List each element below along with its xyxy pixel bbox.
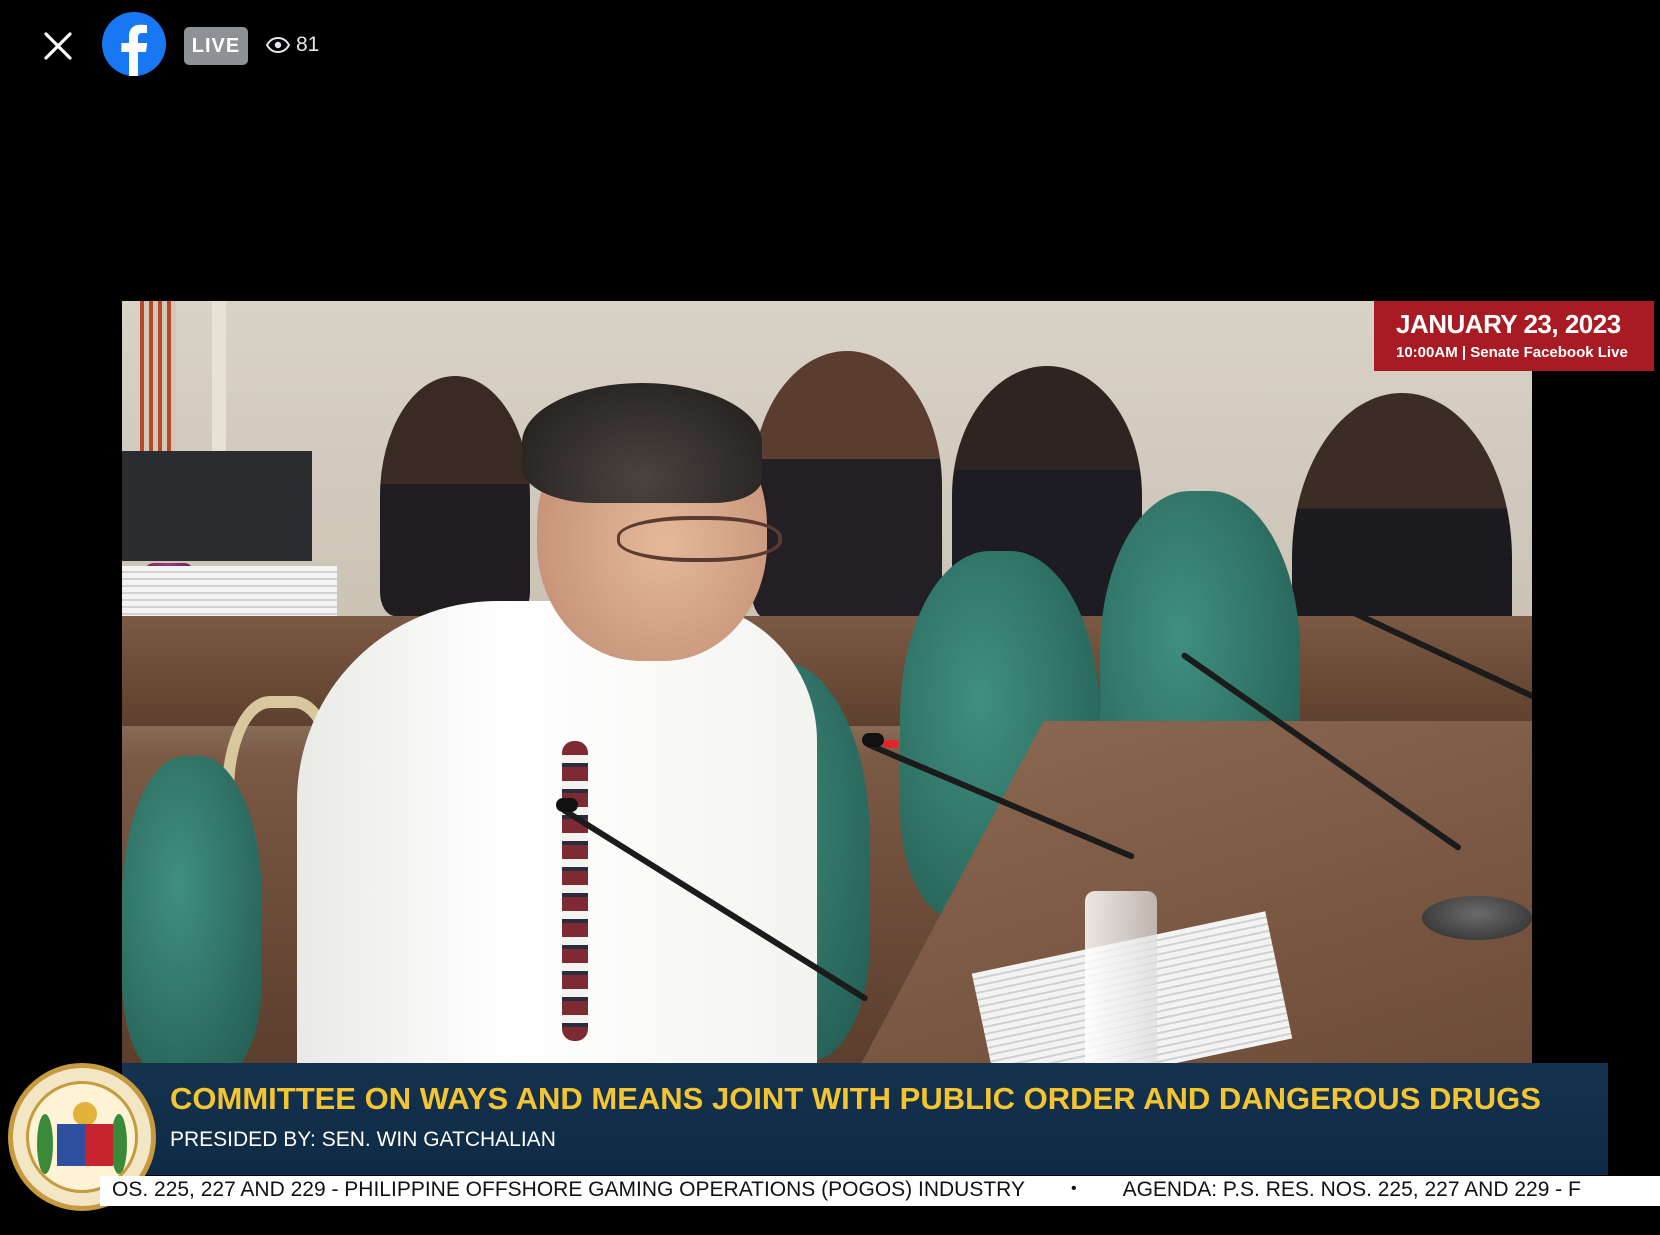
speaker-hair [522, 383, 762, 503]
seal-laurel-right [111, 1114, 127, 1174]
microphone-head [556, 798, 578, 812]
lower-third-banner: COMMITTEE ON WAYS AND MEANS JOINT WITH P… [122, 1063, 1608, 1175]
date-overlay: JANUARY 23, 2023 10:00AM | Senate Facebo… [1374, 301, 1654, 371]
microphone-head [862, 733, 884, 747]
seal-shield-blue [57, 1124, 85, 1166]
background-person [380, 376, 530, 616]
speaker-embroidery [562, 741, 588, 1041]
viewer-count: 81 [265, 30, 320, 60]
ticker-separator: • [1070, 1180, 1077, 1197]
news-ticker: OS. 225, 227 AND 229 - PHILIPPINE OFFSHO… [100, 1176, 1660, 1206]
ticker-track: OS. 225, 227 AND 229 - PHILIPPINE OFFSHO… [112, 1178, 1581, 1202]
speaker-glasses [617, 516, 782, 562]
presided-by: PRESIDED BY: SEN. WIN GATCHALIAN [170, 1128, 556, 1151]
player-top-bar: LIVE 81 [0, 0, 1660, 90]
video-background-curtain [140, 301, 176, 451]
hearing-title: COMMITTEE ON WAYS AND MEANS JOINT WITH P… [170, 1081, 1541, 1116]
close-icon[interactable] [38, 26, 78, 66]
background-person [752, 351, 942, 621]
viewer-count-value: 81 [296, 33, 320, 56]
live-badge: LIVE [184, 27, 248, 65]
broadcast-date: JANUARY 23, 2023 [1396, 309, 1621, 339]
seal-shield-red [85, 1124, 113, 1166]
eye-icon [265, 36, 291, 54]
speaker-shirt [297, 601, 817, 1063]
video-frame[interactable] [122, 301, 1532, 1063]
monitor-equipment [122, 451, 312, 561]
seal-sun [73, 1102, 97, 1126]
green-chair [122, 756, 262, 1063]
seal-laurel-left [37, 1114, 53, 1174]
ticker-item: OS. 225, 227 AND 229 - PHILIPPINE OFFSHO… [112, 1178, 1025, 1201]
facebook-logo-icon[interactable] [102, 12, 166, 76]
broadcast-time-source: 10:00AM | Senate Facebook Live [1396, 344, 1628, 361]
microphone-base [1422, 896, 1532, 940]
spray-bottle [1085, 891, 1157, 1063]
ticker-item: AGENDA: P.S. RES. NOS. 225, 227 AND 229 … [1122, 1178, 1581, 1201]
video-background-pillar [212, 301, 226, 461]
